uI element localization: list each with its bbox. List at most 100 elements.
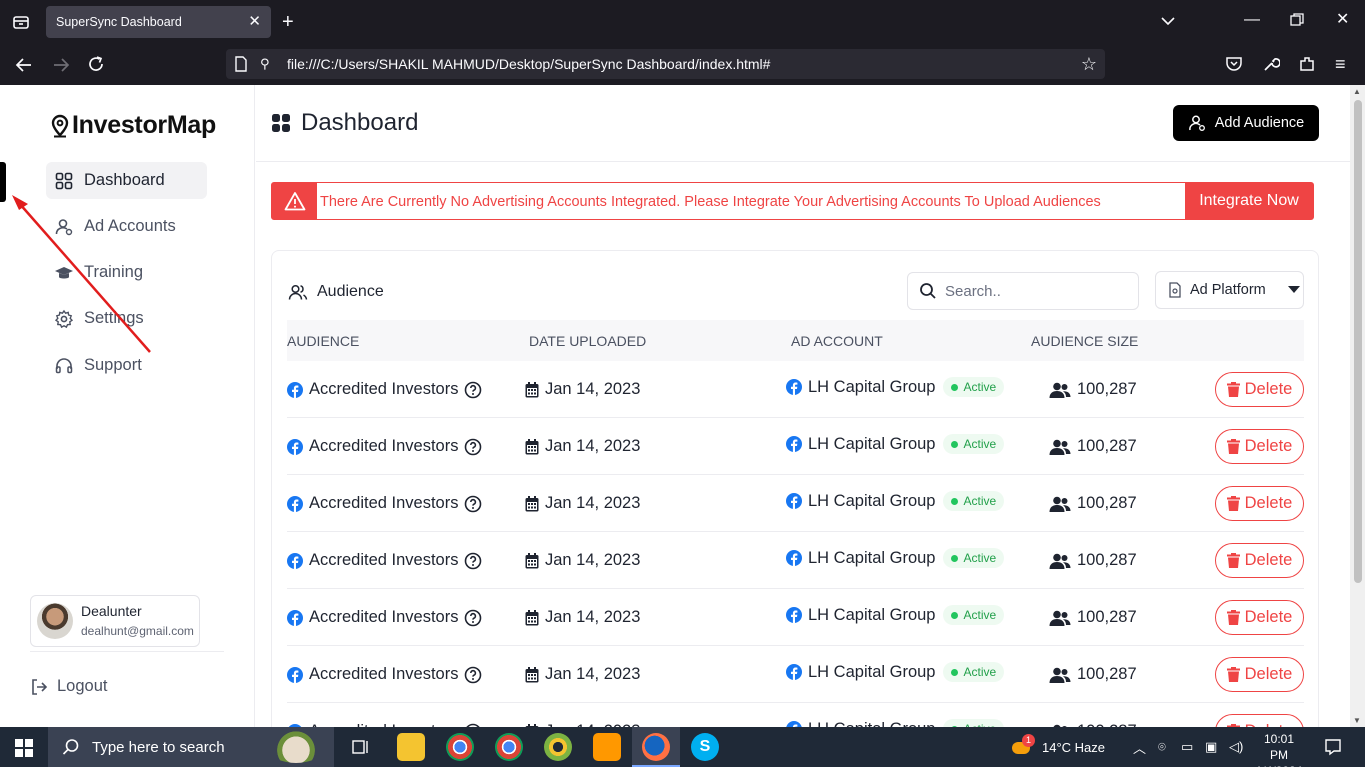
back-icon[interactable] bbox=[15, 56, 33, 78]
delete-button[interactable]: Delete bbox=[1215, 372, 1304, 407]
ad-account-name: LH Capital Group bbox=[808, 605, 936, 624]
facebook-icon bbox=[287, 609, 303, 626]
sidebar-item-dashboard[interactable]: Dashboard bbox=[46, 162, 207, 199]
delete-button[interactable]: Delete bbox=[1215, 600, 1304, 635]
new-tab-icon[interactable]: + bbox=[282, 12, 294, 32]
facebook-icon bbox=[287, 495, 303, 512]
wrench-icon[interactable] bbox=[1262, 55, 1281, 77]
help-circle-icon[interactable] bbox=[464, 495, 482, 513]
tab-list-icon[interactable] bbox=[12, 13, 30, 35]
audience-title-text: Audience bbox=[317, 283, 384, 300]
permissions-icon[interactable]: ⚲ bbox=[260, 57, 270, 70]
facebook-icon bbox=[786, 379, 802, 395]
skype-icon[interactable]: S bbox=[691, 733, 719, 761]
help-circle-icon[interactable] bbox=[464, 552, 482, 570]
file-explorer-icon[interactable] bbox=[397, 733, 425, 761]
user-card[interactable]: Dealunter dealhunt@gmail.com bbox=[30, 595, 200, 647]
forward-icon[interactable] bbox=[52, 56, 70, 78]
taskbar-search[interactable]: Type here to search bbox=[48, 727, 334, 767]
url-bar[interactable]: ⚲ file:///C:/Users/SHAKIL MAHMUD/Desktop… bbox=[226, 49, 1105, 79]
audience-name: Accredited Investors bbox=[309, 665, 459, 683]
minimize-icon[interactable]: — bbox=[1244, 12, 1260, 28]
add-audience-button[interactable]: Add Audience bbox=[1173, 105, 1319, 141]
delete-button[interactable]: Delete bbox=[1215, 429, 1304, 464]
table-row: Accredited Investors Jan 14, 2023 LH Capit… bbox=[287, 475, 1304, 532]
tab-close-icon[interactable]: ✕ bbox=[248, 12, 261, 30]
facebook-icon bbox=[287, 666, 303, 683]
search-icon bbox=[920, 283, 936, 299]
clock-date: 1/4/2024 bbox=[1255, 764, 1303, 778]
scroll-down-icon[interactable]: ▼ bbox=[1353, 716, 1361, 725]
status-badge: Active bbox=[943, 548, 1005, 568]
reload-icon[interactable] bbox=[87, 55, 105, 77]
page-scrollbar[interactable]: ▲ ▼ bbox=[1350, 85, 1365, 727]
sidebar-item-settings[interactable]: Settings bbox=[46, 300, 207, 337]
logout-button[interactable]: Logout bbox=[30, 677, 107, 696]
account-cell: LH Capital Group Active bbox=[786, 605, 1005, 625]
user-email: dealhunt@gmail.com bbox=[81, 624, 194, 638]
audience-size: 100,287 bbox=[1077, 437, 1137, 455]
table-row: Accredited Investors Jan 14, 2023 LH Capit… bbox=[287, 361, 1304, 418]
delete-button[interactable]: Delete bbox=[1215, 543, 1304, 578]
help-circle-icon[interactable] bbox=[464, 666, 482, 684]
dashboard-icon bbox=[272, 114, 290, 132]
size-cell: 100,287 bbox=[1049, 380, 1137, 399]
scroll-thumb[interactable] bbox=[1354, 100, 1362, 583]
menu-icon[interactable]: ≡ bbox=[1335, 55, 1346, 73]
delete-button[interactable]: Delete bbox=[1215, 657, 1304, 692]
users-icon bbox=[1049, 553, 1071, 569]
network-icon[interactable]: ▣ bbox=[1205, 727, 1217, 767]
chrome-canary-icon[interactable] bbox=[544, 733, 572, 761]
sidebar-item-training[interactable]: Training bbox=[46, 254, 207, 291]
taskbar: Type here to search S 1 14°C Haze ︿ ⌾ ▭ … bbox=[0, 727, 1365, 778]
notification-icon[interactable] bbox=[1324, 738, 1342, 761]
volume-icon[interactable]: ◁) bbox=[1229, 727, 1243, 767]
active-indicator bbox=[0, 162, 6, 202]
chevron-up-icon[interactable]: ︿ bbox=[1133, 727, 1146, 767]
chevron-down-icon[interactable] bbox=[1160, 13, 1176, 33]
scroll-up-icon[interactable]: ▲ bbox=[1353, 87, 1361, 96]
meet-now-icon[interactable]: ⌾ bbox=[1158, 727, 1166, 767]
chrome-profile-icon[interactable] bbox=[495, 733, 523, 761]
audience-card-title: Audience bbox=[288, 282, 384, 302]
bookmark-star-icon[interactable]: ☆ bbox=[1081, 55, 1097, 73]
help-circle-icon[interactable] bbox=[464, 381, 482, 399]
date-uploaded: Jan 14, 2023 bbox=[545, 380, 641, 398]
extensions-icon[interactable] bbox=[1298, 55, 1316, 77]
size-cell: 100,287 bbox=[1049, 665, 1137, 684]
alert-text: There Are Currently No Advertising Accou… bbox=[320, 194, 1101, 210]
delete-button[interactable]: Delete bbox=[1215, 486, 1304, 521]
browser-tab[interactable]: SuperSync Dashboard ✕ bbox=[46, 6, 271, 38]
close-window-icon[interactable]: ✕ bbox=[1336, 12, 1349, 28]
date-cell: Jan 14, 2023 bbox=[525, 380, 640, 399]
clock[interactable]: 10:01 PM 1/4/2024 bbox=[1254, 731, 1304, 779]
graduation-cap-icon bbox=[55, 266, 73, 278]
search-input[interactable]: Search.. bbox=[907, 272, 1139, 310]
ad-platform-select[interactable]: Ad Platform bbox=[1155, 271, 1304, 309]
status-text: Active bbox=[963, 551, 997, 565]
facebook-icon bbox=[287, 552, 303, 569]
integrate-now-button[interactable]: Integrate Now bbox=[1185, 183, 1313, 219]
sidebar-item-support[interactable]: Support bbox=[46, 347, 207, 384]
column-header: AUDIENCE SIZE bbox=[1031, 333, 1139, 349]
help-circle-icon[interactable] bbox=[464, 438, 482, 456]
delete-button[interactable]: Delete bbox=[1215, 714, 1304, 727]
firefox-icon bbox=[642, 733, 670, 761]
chrome-icon[interactable] bbox=[446, 733, 474, 761]
windows-start-icon[interactable] bbox=[15, 739, 33, 762]
sidebar-item-ad-accounts[interactable]: Ad Accounts bbox=[46, 208, 207, 245]
audience-name: Accredited Investors bbox=[309, 380, 459, 398]
sublime-text-icon[interactable] bbox=[593, 733, 621, 761]
help-circle-icon[interactable] bbox=[464, 609, 482, 627]
user-icon bbox=[55, 218, 73, 235]
task-view-icon[interactable] bbox=[352, 738, 370, 761]
pocket-icon[interactable] bbox=[1225, 55, 1243, 77]
battery-icon[interactable]: ▭ bbox=[1181, 727, 1193, 767]
ad-account-name: LH Capital Group bbox=[808, 720, 935, 728]
weather-widget[interactable]: 1 14°C Haze bbox=[1010, 727, 1105, 767]
calendar-icon bbox=[525, 552, 539, 568]
app: InvestorMap Dashboard Ad Accounts Traini… bbox=[0, 85, 1350, 727]
firefox-taskbar-active[interactable] bbox=[632, 727, 680, 767]
restore-icon[interactable] bbox=[1290, 13, 1304, 31]
page-title: Dashboard bbox=[271, 109, 418, 137]
